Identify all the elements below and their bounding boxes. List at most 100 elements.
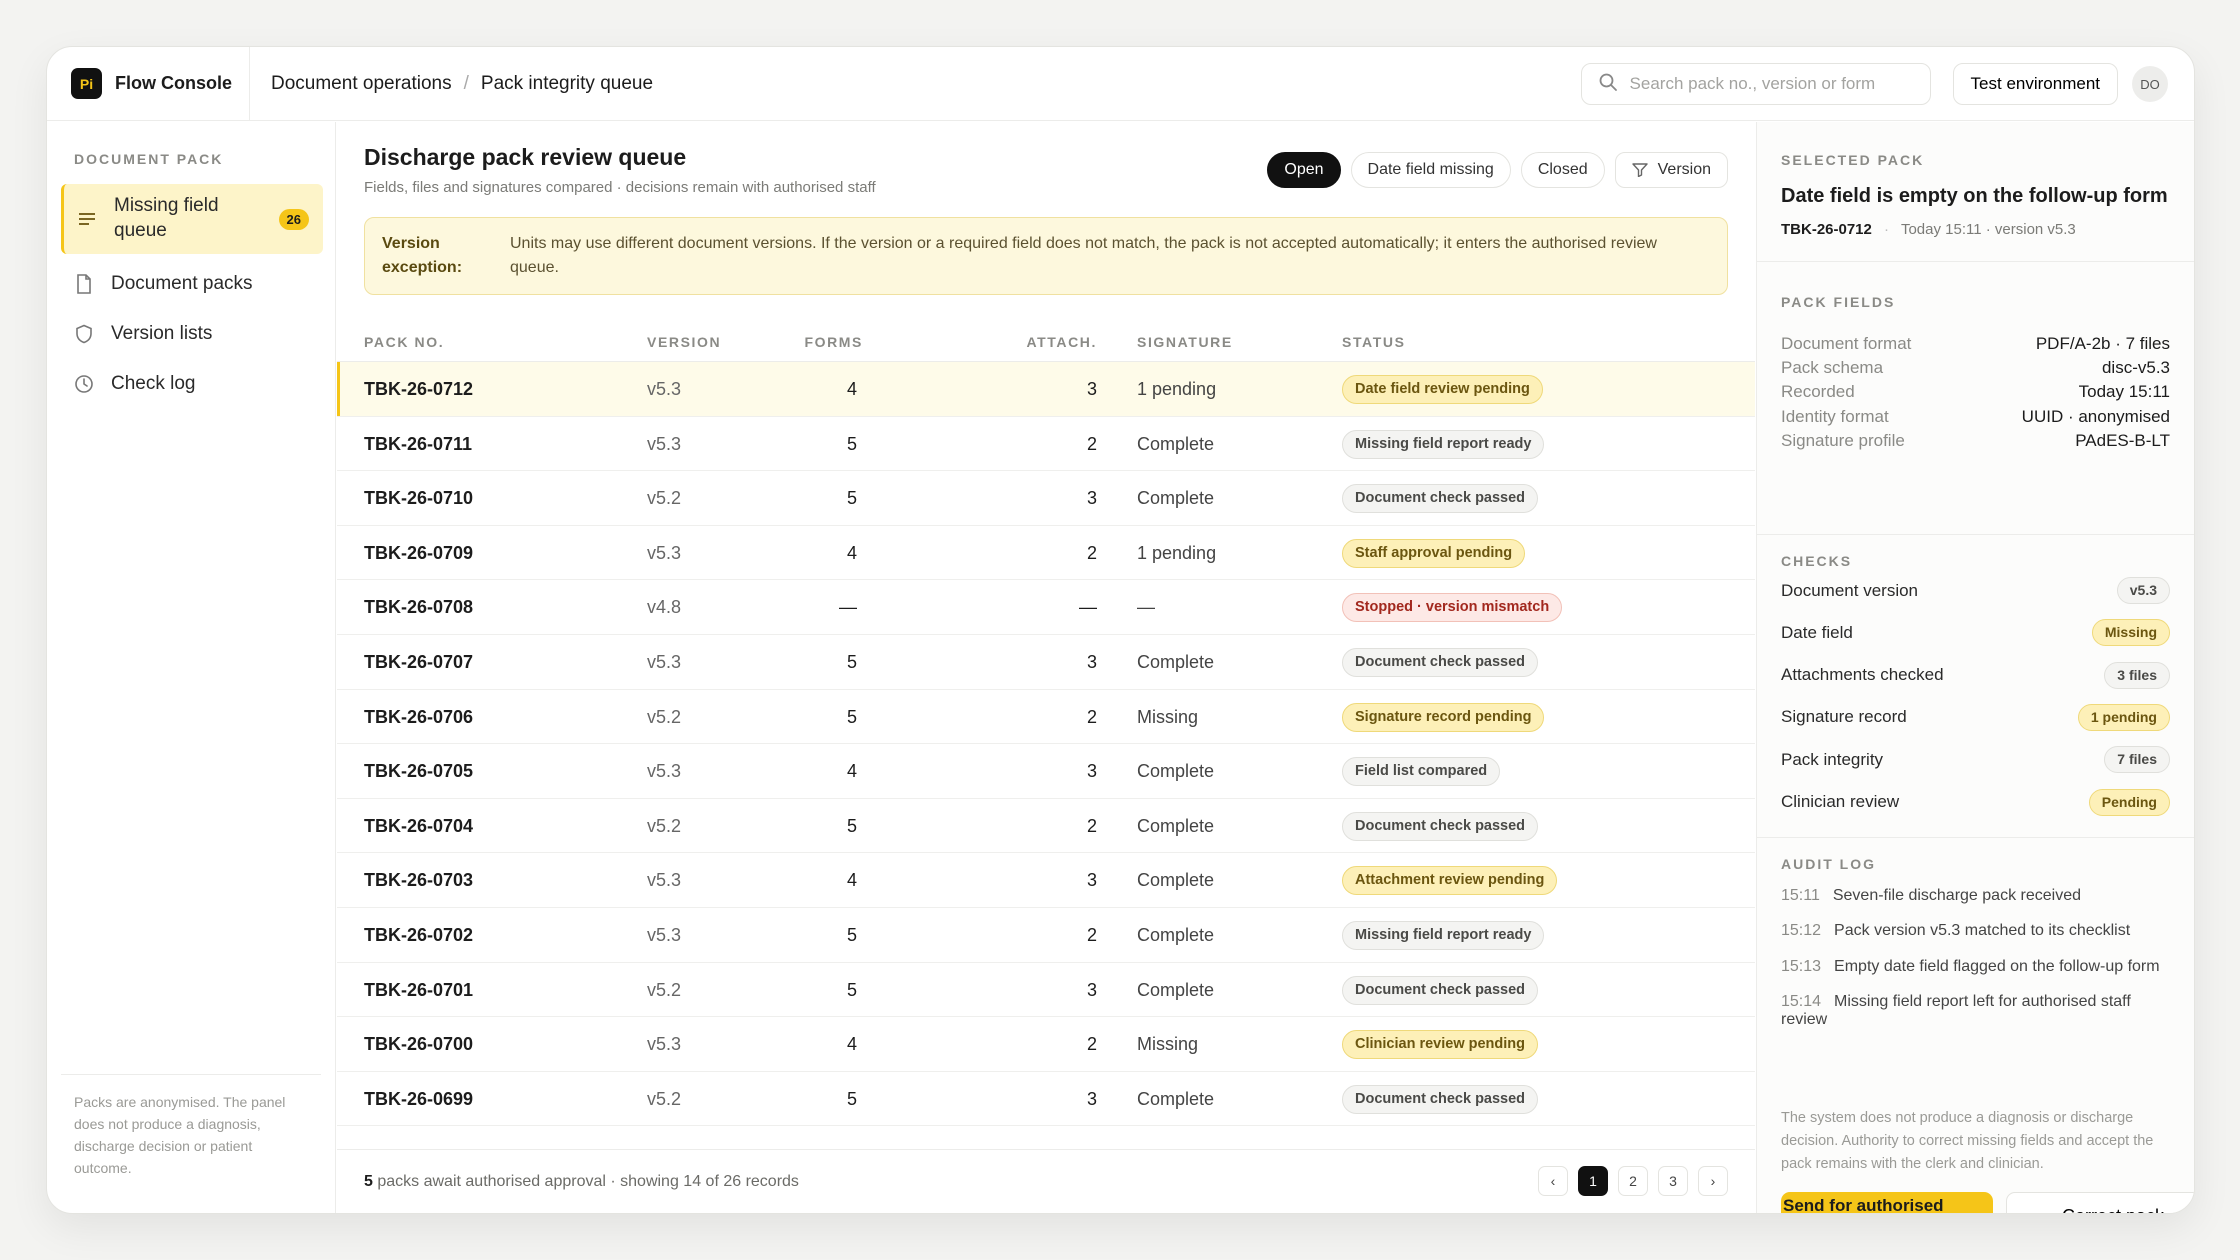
selected-pack-title: Date field is empty on the follow-up for… [1781, 185, 2168, 207]
brand[interactable]: Pi Flow Console [47, 47, 250, 120]
page-1-button[interactable]: 1 [1578, 1166, 1608, 1196]
status-cell: Document check passed [1342, 811, 1539, 841]
app-window: Pi Flow Console Document operations / Pa… [46, 46, 2195, 1214]
status-cell: Staff approval pending [1342, 538, 1526, 568]
pack-version: v5.3 [647, 433, 682, 454]
attachments-count: 2 [1086, 1034, 1097, 1055]
attachments-count: 3 [1086, 651, 1097, 672]
check-row: Clinician review Pending [1781, 788, 2170, 816]
signature-state: Complete [1137, 979, 1215, 1000]
attachments-count: 3 [1086, 379, 1097, 399]
table-row[interactable]: TBK-26-0703 v5.3 4 3 Complete Attachment revi… [337, 853, 1755, 908]
column-header-signature[interactable]: SIGNATURE [1137, 334, 1233, 350]
search-box[interactable] [1580, 63, 1931, 105]
table-row[interactable]: TBK-26-0705 v5.3 4 3 Complete Field list comp… [337, 744, 1755, 799]
meta-separator: · [1884, 221, 1890, 238]
page-next-button[interactable]: › [1698, 1166, 1728, 1196]
table-row[interactable]: TBK-26-0702 v5.3 5 2 Complete Missing field r… [337, 908, 1755, 963]
pack-version: v5.2 [647, 979, 682, 1000]
column-header-attach[interactable]: ATTACH. [997, 334, 1097, 350]
forms-count: 5 [846, 488, 857, 509]
column-header-pack[interactable]: PACK NO. [364, 334, 444, 350]
send-for-review-button[interactable]: Send for authorised review [1781, 1192, 1993, 1213]
pack-fields-section-title: PACK FIELDS [1781, 294, 1896, 310]
page-prev-button[interactable]: ‹ [1538, 1166, 1568, 1196]
table-row[interactable]: TBK-26-0711 v5.3 5 2 Complete Missing field r… [337, 417, 1755, 472]
sidebar-item-document-packs[interactable]: Document packs [61, 264, 323, 304]
avatar[interactable]: DO [2132, 66, 2168, 102]
table-row[interactable]: TBK-26-0701 v5.2 5 3 Complete Document check … [337, 963, 1755, 1018]
detail-panel: SELECTED PACK Date field is empty on the… [1756, 122, 2194, 1213]
forms-count: — [839, 597, 857, 618]
pack-field-row: Identity format UUID · anonymised [1781, 407, 2170, 427]
column-header-status[interactable]: STATUS [1342, 334, 1406, 350]
table-row[interactable]: TBK-26-0704 v5.2 5 2 Complete Document check … [337, 799, 1755, 854]
table-row[interactable]: TBK-26-0710 v5.2 5 3 Complete Document check … [337, 471, 1755, 526]
panel-disclaimer: The system does not produce a diagnosis … [1781, 1110, 2154, 1172]
selected-pack-meta: TBK-26-0712 · Today 15:11 · version v5.3 [1781, 221, 2076, 238]
pack-version: v5.2 [647, 488, 682, 509]
pack-number: TBK-26-0710 [364, 488, 474, 509]
signature-state: Complete [1137, 924, 1215, 945]
filter-closed[interactable]: Closed [1520, 152, 1605, 188]
signature-state: Complete [1137, 651, 1215, 672]
table-row[interactable]: TBK-26-0709 v5.3 4 2 1 pending Staff approval… [337, 526, 1755, 581]
pack-field-row: Pack schema disc-v5.3 [1781, 358, 2170, 378]
filter-open[interactable]: Open [1267, 152, 1341, 188]
forms-count: 5 [846, 924, 857, 945]
page-2-button[interactable]: 2 [1618, 1166, 1648, 1196]
sidebar-item-label: Version lists [111, 323, 213, 344]
signature-state: — [1137, 597, 1155, 618]
signature-state: Complete [1137, 488, 1215, 509]
correct-pack-button[interactable]: Correct pack [2006, 1192, 2194, 1213]
column-header-version[interactable]: VERSION [647, 334, 721, 350]
audit-message: Missing field report left for authorised… [1781, 992, 2131, 1028]
pack-version: v4.8 [647, 597, 682, 618]
sidebar-item-label: Missing field queue [114, 195, 219, 241]
forms-count: 5 [846, 651, 857, 672]
pack-version: v5.3 [647, 651, 682, 672]
sidebar-item-version-lists[interactable]: Version lists [61, 314, 323, 354]
status-cell: Stopped · version mismatch [1342, 593, 1563, 623]
attachments-count: 3 [1086, 488, 1097, 509]
version-exception-notice: Version exception: Units may use differe… [364, 217, 1728, 295]
table-row[interactable]: TBK-26-0699 v5.2 5 3 Complete Document check … [337, 1072, 1755, 1127]
page-3-button[interactable]: 3 [1658, 1166, 1688, 1196]
attachments-count: 3 [1086, 979, 1097, 1000]
forms-count: 4 [846, 870, 857, 891]
search-input[interactable] [1629, 74, 1910, 94]
audit-message: Empty date field flagged on the follow-u… [1834, 957, 2160, 975]
pack-number: TBK-26-0706 [364, 706, 474, 727]
breadcrumb-item-operations[interactable]: Document operations [271, 73, 452, 95]
column-header-forms[interactable]: FORMS [777, 334, 863, 350]
selected-pack-time: Today 15:11 · version v5.3 [1900, 221, 2076, 238]
checks-section-title: CHECKS [1781, 553, 1853, 569]
environment-button[interactable]: Test environment [1952, 63, 2118, 105]
awaiting-count: 5 [364, 1172, 373, 1190]
status-badge: Document check passed [1342, 1084, 1539, 1114]
status-badge: Stopped · version mismatch [1342, 593, 1563, 623]
filter-version[interactable]: Version [1614, 152, 1728, 188]
table-row[interactable]: TBK-26-0708 v4.8 — — — Stopped · version mism… [337, 580, 1755, 635]
table-row[interactable]: TBK-26-0712 v5.3 4 3 1 pending Date field rev… [337, 362, 1755, 417]
table-row[interactable]: TBK-26-0707 v5.3 5 3 Complete Document check … [337, 635, 1755, 690]
check-row: Document version v5.3 [1781, 577, 2170, 604]
sidebar-item-missing-field-queue[interactable]: Missing field queue 26 [61, 184, 323, 254]
table-row[interactable]: TBK-26-0706 v5.2 5 2 Missing Signature record… [337, 690, 1755, 745]
attachments-count: 2 [1086, 924, 1097, 945]
table-row[interactable]: TBK-26-0700 v5.3 4 2 Missing Clinician review… [337, 1017, 1755, 1072]
signature-state: Complete [1137, 761, 1215, 782]
attachments-count: 2 [1086, 433, 1097, 454]
status-badge: Document check passed [1342, 647, 1539, 677]
filter-date-field-missing[interactable]: Date field missing [1350, 152, 1511, 188]
filter-bar: Open Date field missing Closed Version [1267, 152, 1728, 188]
document-icon [73, 273, 95, 295]
filter-icon [1631, 163, 1648, 177]
pack-version: v5.2 [647, 1088, 682, 1109]
signature-state: Missing [1137, 706, 1199, 727]
page-title: Discharge pack review queue [364, 144, 687, 170]
forms-count: 5 [846, 979, 857, 1000]
sidebar-item-check-log[interactable]: Check log [61, 364, 323, 404]
panel-divider [1757, 837, 2194, 838]
queue-count-badge: 26 [278, 208, 309, 230]
